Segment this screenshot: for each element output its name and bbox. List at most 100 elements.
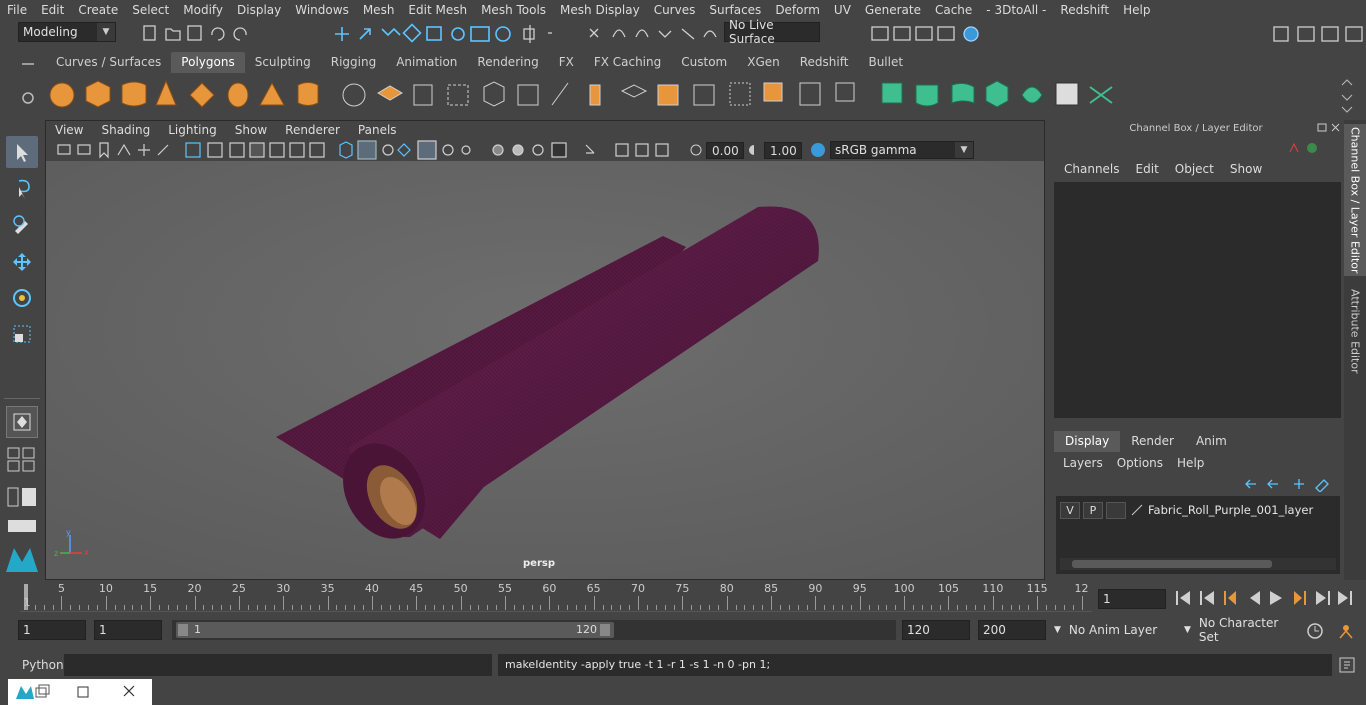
- menu-uv[interactable]: UV: [827, 3, 858, 17]
- time-slider[interactable]: 1 5 10 15 20 25 30 35 40 45 50 55 60 65 70 75 80 85 90 95 1…: [18, 582, 1092, 612]
- panel-menu-renderer[interactable]: Renderer: [276, 123, 349, 137]
- current-frame-field[interactable]: 1: [1098, 589, 1166, 609]
- scale-tool[interactable]: [6, 318, 38, 350]
- range-handle-right[interactable]: [600, 624, 610, 636]
- tab-channel-box-layer-editor[interactable]: Channel Box / Layer Editor: [1344, 124, 1366, 276]
- menu-deform[interactable]: Deform: [768, 3, 827, 17]
- menu-3dtoall[interactable]: - 3DtoAll -: [979, 3, 1053, 17]
- layer-menu-options[interactable]: Options: [1110, 456, 1170, 470]
- exposure-icon[interactable]: [686, 141, 706, 159]
- outliner-layout-button[interactable]: [6, 486, 38, 508]
- channel-menu-object[interactable]: Object: [1167, 162, 1222, 176]
- menu-create[interactable]: Create: [71, 3, 125, 17]
- channel-list[interactable]: [1054, 182, 1341, 418]
- tab-xgen[interactable]: XGen: [737, 52, 790, 73]
- scrollbar-thumb[interactable]: [1072, 560, 1272, 568]
- menu-mesh-display[interactable]: Mesh Display: [553, 3, 647, 17]
- playback-start-field[interactable]: 1: [94, 620, 162, 640]
- tab-sculpting[interactable]: Sculpting: [245, 52, 321, 73]
- tab-fx-caching[interactable]: FX Caching: [584, 52, 671, 73]
- channel-menu-edit[interactable]: Edit: [1128, 162, 1167, 176]
- gamma-icon[interactable]: [744, 141, 764, 159]
- tab-render[interactable]: Render: [1120, 431, 1185, 452]
- command-input[interactable]: [64, 654, 492, 676]
- layer-visibility-toggle[interactable]: V: [1060, 501, 1080, 519]
- shelf-settings-icon[interactable]: [18, 88, 38, 108]
- animation-preferences-icon[interactable]: [1336, 622, 1356, 640]
- tab-rigging[interactable]: Rigging: [321, 52, 386, 73]
- perspective-viewport[interactable]: y x z persp: [46, 161, 1044, 579]
- panel-menu-show[interactable]: Show: [226, 123, 276, 137]
- layer-row[interactable]: V P Fabric_Roll_Purple_001_layer: [1060, 501, 1313, 519]
- shelf-scroll-arrows[interactable]: [1340, 77, 1354, 113]
- shelf-menu-icon[interactable]: [18, 56, 38, 72]
- menu-modify[interactable]: Modify: [176, 3, 230, 17]
- select-tool[interactable]: [6, 136, 38, 168]
- mode-selector[interactable]: Modeling ▼: [18, 22, 116, 42]
- tab-fx[interactable]: FX: [549, 52, 584, 73]
- lasso-tool[interactable]: [6, 172, 38, 204]
- channel-menu-channels[interactable]: Channels: [1056, 162, 1128, 176]
- menu-generate[interactable]: Generate: [858, 3, 928, 17]
- layer-menu-layers[interactable]: Layers: [1056, 456, 1110, 470]
- menu-windows[interactable]: Windows: [288, 3, 356, 17]
- layer-display-type-toggle[interactable]: [1106, 501, 1126, 519]
- layer-menu-help[interactable]: Help: [1170, 456, 1211, 470]
- menu-surfaces[interactable]: Surfaces: [702, 3, 768, 17]
- channel-menu-show[interactable]: Show: [1222, 162, 1270, 176]
- layer-action-icons[interactable]: [1242, 476, 1334, 493]
- channel-box-mode-icons[interactable]: [1286, 140, 1326, 156]
- panel-menu-view[interactable]: View: [46, 123, 92, 137]
- colorspace-selector[interactable]: sRGB gamma ▼: [830, 141, 974, 159]
- tab-polygons[interactable]: Polygons: [171, 52, 245, 73]
- layer-color-icon[interactable]: [1129, 502, 1145, 519]
- tab-attribute-editor[interactable]: Attribute Editor: [1344, 286, 1366, 376]
- script-editor-icon[interactable]: [1338, 656, 1356, 674]
- layer-list-scrollbar[interactable]: [1060, 558, 1336, 570]
- tab-animation[interactable]: Animation: [386, 52, 467, 73]
- tab-curves-surfaces[interactable]: Curves / Surfaces: [46, 52, 171, 73]
- panel-menu-shading[interactable]: Shading: [92, 123, 159, 137]
- menu-file[interactable]: File: [0, 3, 34, 17]
- move-tool[interactable]: [6, 246, 38, 278]
- panel-menu-lighting[interactable]: Lighting: [159, 123, 226, 137]
- layout-quick-buttons[interactable]: [6, 446, 38, 474]
- persp-layout-button[interactable]: [6, 518, 38, 534]
- playback-end-field[interactable]: 120: [902, 620, 970, 640]
- menu-redshift[interactable]: Redshift: [1053, 3, 1116, 17]
- tab-anim[interactable]: Anim: [1185, 431, 1238, 452]
- tab-bullet[interactable]: Bullet: [858, 52, 913, 73]
- menu-mesh[interactable]: Mesh: [356, 3, 402, 17]
- menu-help[interactable]: Help: [1116, 3, 1157, 17]
- tab-custom[interactable]: Custom: [671, 52, 737, 73]
- tab-redshift[interactable]: Redshift: [790, 52, 859, 73]
- exposure-field[interactable]: 0.00: [706, 141, 744, 159]
- panel-menu-panels[interactable]: Panels: [349, 123, 406, 137]
- menu-mesh-tools[interactable]: Mesh Tools: [474, 3, 553, 17]
- layer-playback-toggle[interactable]: P: [1083, 501, 1103, 519]
- paint-select-tool[interactable]: [6, 208, 38, 240]
- gamma-field[interactable]: 1.00: [764, 141, 802, 159]
- menu-select[interactable]: Select: [125, 3, 176, 17]
- animation-start-field[interactable]: 1: [18, 620, 86, 640]
- color-management-icon[interactable]: [808, 141, 828, 159]
- panel-window-buttons[interactable]: [1314, 122, 1344, 134]
- tab-rendering[interactable]: Rendering: [467, 52, 548, 73]
- tab-display[interactable]: Display: [1054, 431, 1121, 452]
- menu-edit[interactable]: Edit: [34, 3, 71, 17]
- live-surface-field[interactable]: No Live Surface: [724, 18, 820, 46]
- anim-layer-selector[interactable]: ▼ No Anim Layer: [1050, 620, 1174, 640]
- command-language-label[interactable]: Python: [22, 658, 64, 672]
- animation-end-field[interactable]: 200: [978, 620, 1046, 640]
- menu-curves[interactable]: Curves: [647, 3, 703, 17]
- character-set-selector[interactable]: ▼ No Character Set: [1180, 616, 1298, 644]
- menu-display[interactable]: Display: [230, 3, 288, 17]
- rotate-tool[interactable]: [6, 282, 38, 314]
- menu-edit-mesh[interactable]: Edit Mesh: [401, 3, 474, 17]
- layer-name[interactable]: Fabric_Roll_Purple_001_layer: [1148, 503, 1313, 517]
- range-slider-handle[interactable]: 1 120: [176, 622, 614, 638]
- soft-modification-tool[interactable]: [6, 406, 38, 438]
- range-handle-left[interactable]: [178, 624, 188, 636]
- auto-key-icon[interactable]: [1306, 622, 1324, 640]
- menu-cache[interactable]: Cache: [928, 3, 979, 17]
